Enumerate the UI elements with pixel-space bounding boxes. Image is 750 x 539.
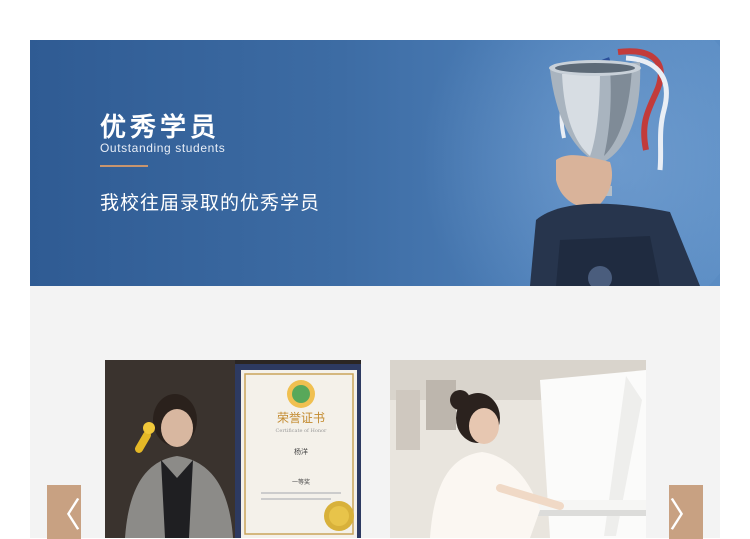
student-singer-photo: 荣誉证书 Certificate of Honor 杨洋 一等奖 bbox=[105, 360, 361, 538]
students-gallery: 荣誉证书 Certificate of Honor 杨洋 一等奖 〈 〉 bbox=[30, 286, 720, 539]
trophy-icon bbox=[530, 48, 700, 286]
carousel-next-button[interactable]: 〉 bbox=[669, 485, 703, 539]
chevron-left-icon: 〈 bbox=[47, 496, 81, 535]
certificate-name: 杨洋 bbox=[294, 447, 308, 456]
certificate-award: 一等奖 bbox=[292, 478, 310, 486]
carousel-prev-button[interactable]: 〈 bbox=[47, 485, 81, 539]
banner-subtitle: 我校往届录取的优秀学员 bbox=[100, 193, 321, 214]
student-card[interactable]: 荣誉证书 Certificate of Honor 杨洋 一等奖 bbox=[105, 360, 361, 538]
chevron-right-icon: 〉 bbox=[669, 496, 703, 535]
student-card[interactable] bbox=[390, 360, 646, 538]
hero-banner: 优秀学员 Outstanding students 我校往届录取的优秀学员 bbox=[30, 40, 720, 286]
banner-title: 优秀学员 bbox=[100, 113, 221, 143]
certificate-subtitle: Certificate of Honor bbox=[276, 428, 328, 434]
title-divider bbox=[100, 165, 148, 167]
banner-title-english: Outstanding students bbox=[100, 141, 226, 155]
certificate-title: 荣誉证书 bbox=[277, 411, 325, 425]
trophy-illustration bbox=[500, 40, 720, 286]
student-pianist-photo bbox=[390, 360, 646, 538]
